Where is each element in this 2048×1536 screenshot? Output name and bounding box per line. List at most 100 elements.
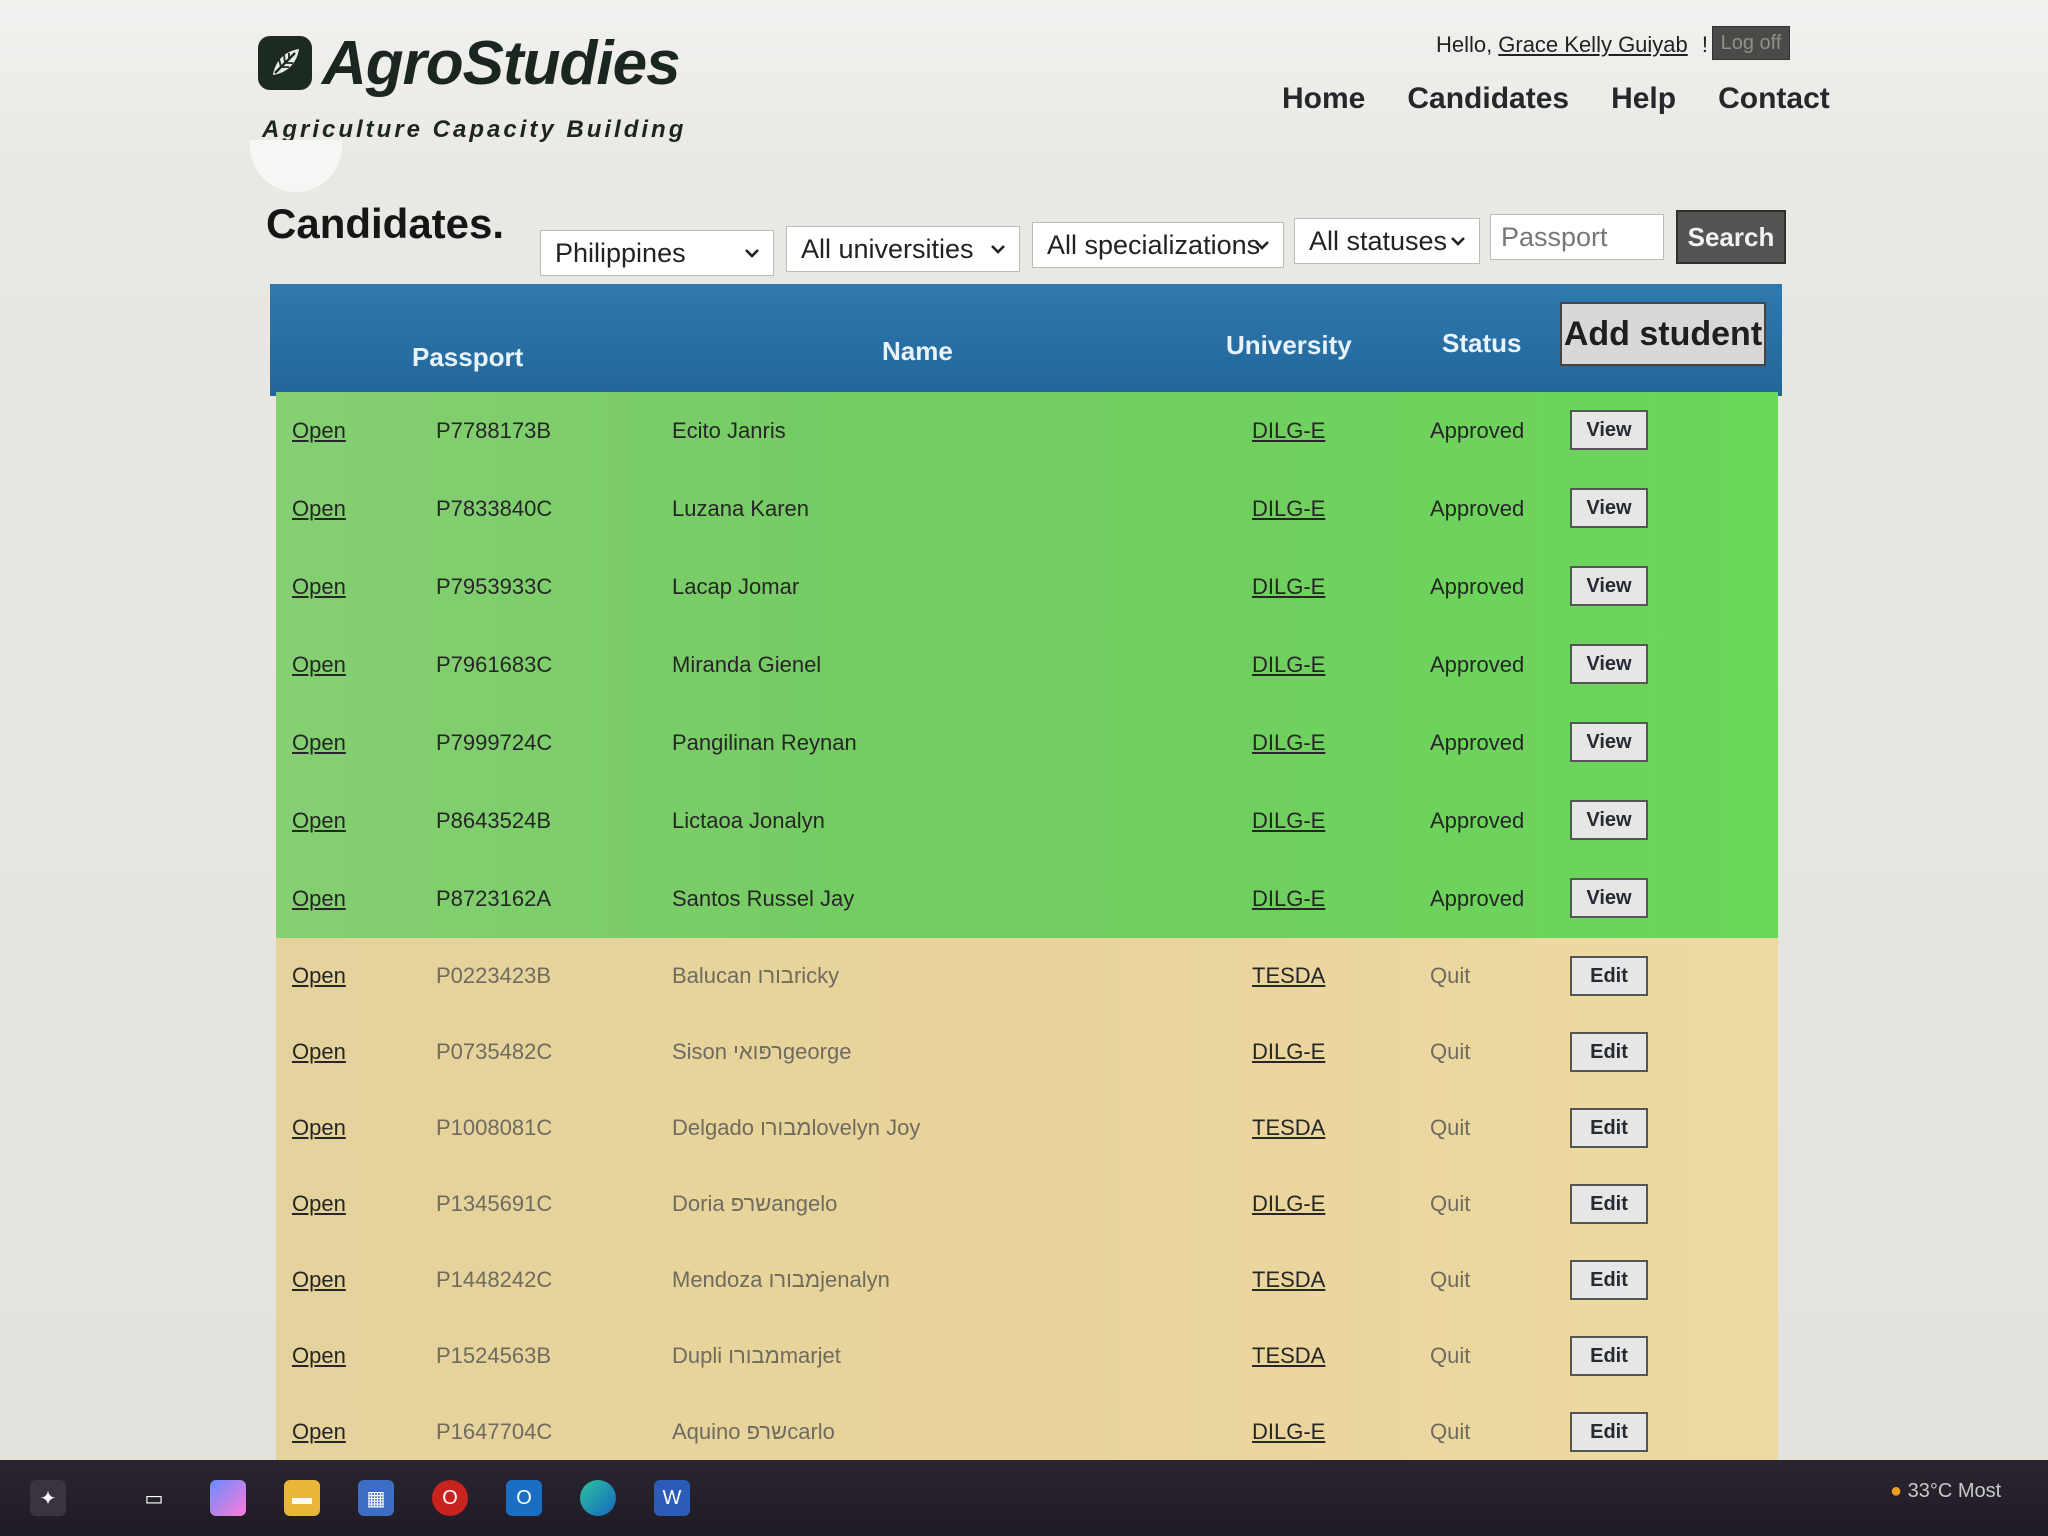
view-button[interactable]: View — [1570, 566, 1648, 606]
open-link[interactable]: Open — [292, 860, 346, 938]
university-select-value: All universities — [801, 233, 974, 264]
university-link[interactable]: DILG-E — [1252, 704, 1325, 782]
status-select-value: All statuses — [1309, 225, 1448, 256]
name-cell: Balucan בורוricky — [672, 963, 840, 988]
view-button[interactable]: View — [1570, 410, 1648, 450]
status-select[interactable]: All statuses — [1294, 218, 1480, 264]
view-button[interactable]: View — [1570, 644, 1648, 684]
view-button[interactable]: View — [1570, 488, 1648, 528]
passport-cell: P7953933C — [436, 574, 553, 599]
specialization-select[interactable]: All specializations — [1032, 222, 1284, 268]
view-button[interactable]: View — [1570, 722, 1648, 762]
university-link[interactable]: DILG-E — [1252, 860, 1325, 938]
edit-button[interactable]: Edit — [1570, 1032, 1648, 1072]
country-select-value: Philippines — [555, 237, 686, 268]
university-link[interactable]: DILG-E — [1252, 782, 1325, 860]
open-link[interactable]: Open — [292, 938, 346, 1014]
view-button[interactable]: View — [1570, 878, 1648, 918]
passport-cell: P1345691C — [436, 1191, 553, 1216]
outlook-icon[interactable]: O — [506, 1480, 542, 1516]
open-link[interactable]: Open — [292, 548, 346, 626]
word-icon[interactable]: W — [654, 1480, 690, 1516]
user-name-link[interactable]: Grace Kelly Guiyab — [1498, 32, 1688, 57]
weather-widget[interactable]: ● 33°C Most — [1890, 1480, 2001, 1503]
passport-cell: P7999724C — [436, 730, 553, 755]
file-explorer-icon[interactable]: ▬ — [284, 1480, 320, 1516]
logoff-button[interactable]: Log off — [1712, 26, 1790, 60]
university-link[interactable]: TESDA — [1252, 1318, 1325, 1394]
status-cell: Approved — [1430, 574, 1525, 599]
edit-button[interactable]: Edit — [1570, 1108, 1648, 1148]
table-row: Open P7953933C Lacap Jomar DILG-E Approv… — [276, 548, 1778, 626]
passport-cell: P1524563B — [436, 1343, 551, 1368]
passport-cell: P1448242C — [436, 1267, 553, 1292]
start-icon[interactable]: ✦ — [30, 1480, 66, 1516]
column-header-university: University — [1226, 330, 1352, 360]
open-link[interactable]: Open — [292, 1242, 346, 1318]
task-view-icon[interactable]: ▭ — [136, 1480, 172, 1516]
edge-icon[interactable] — [580, 1480, 616, 1516]
search-button[interactable]: Search — [1676, 210, 1786, 264]
open-link[interactable]: Open — [292, 782, 346, 860]
open-link[interactable]: Open — [292, 1166, 346, 1242]
status-cell: Approved — [1430, 652, 1525, 677]
university-link[interactable]: DILG-E — [1252, 470, 1325, 548]
name-cell: Ecito Janris — [672, 418, 786, 443]
opera-icon[interactable]: O — [432, 1480, 468, 1516]
main-nav: Home Candidates Help Contact — [1282, 82, 1830, 116]
university-link[interactable]: DILG-E — [1252, 1166, 1325, 1242]
specialization-select-value: All specializations — [1047, 229, 1261, 260]
table-row: Open P7833840C Luzana Karen DILG-E Appro… — [276, 470, 1778, 548]
table-row: Open P7999724C Pangilinan Reynan DILG-E … — [276, 704, 1778, 782]
open-link[interactable]: Open — [292, 392, 346, 470]
open-link[interactable]: Open — [292, 1394, 346, 1470]
edit-button[interactable]: Edit — [1570, 1412, 1648, 1452]
store-icon[interactable]: ▦ — [358, 1480, 394, 1516]
open-link[interactable]: Open — [292, 704, 346, 782]
table-row: Open P1524563B Dupli מבורוmarjet TESDA Q… — [276, 1318, 1778, 1394]
copilot-icon[interactable] — [210, 1480, 246, 1516]
university-link[interactable]: DILG-E — [1252, 1394, 1325, 1470]
nav-candidates[interactable]: Candidates — [1407, 82, 1569, 116]
university-link[interactable]: TESDA — [1252, 1090, 1325, 1166]
country-select[interactable]: Philippines — [540, 230, 774, 276]
edit-button[interactable]: Edit — [1570, 1260, 1648, 1300]
nav-contact[interactable]: Contact — [1718, 82, 1830, 116]
name-cell: Delgado מבורוlovelyn Joy — [672, 1115, 921, 1140]
open-link[interactable]: Open — [292, 1318, 346, 1394]
edit-button[interactable]: Edit — [1570, 1336, 1648, 1376]
name-cell: Doria שרפangelo — [672, 1191, 838, 1216]
passport-search-input[interactable] — [1490, 214, 1664, 260]
table-row: Open P1647704C Aquino שרפcarlo DILG-E Qu… — [276, 1394, 1778, 1470]
university-select[interactable]: All universities — [786, 226, 1020, 272]
view-button[interactable]: View — [1570, 800, 1648, 840]
open-link[interactable]: Open — [292, 1090, 346, 1166]
passport-cell: P8643524B — [436, 808, 551, 833]
status-cell: Quit — [1430, 1191, 1471, 1216]
edit-button[interactable]: Edit — [1570, 956, 1648, 996]
name-cell: Sison רפּואיgeorge — [672, 1039, 852, 1064]
passport-cell: P7961683C — [436, 652, 553, 677]
brand-name: AgroStudies — [322, 29, 681, 98]
column-header-status: Status — [1442, 328, 1522, 358]
name-cell: Pangilinan Reynan — [672, 730, 857, 755]
university-link[interactable]: DILG-E — [1252, 626, 1325, 704]
edit-button[interactable]: Edit — [1570, 1184, 1648, 1224]
open-link[interactable]: Open — [292, 626, 346, 704]
open-link[interactable]: Open — [292, 1014, 346, 1090]
name-cell: Santos Russel Jay — [672, 886, 855, 911]
university-link[interactable]: TESDA — [1252, 938, 1325, 1014]
university-link[interactable]: DILG-E — [1252, 1014, 1325, 1090]
table-row: Open P0223423B Balucan בורוricky TESDA Q… — [276, 938, 1778, 1014]
weather-text: 33°C Most — [1907, 1480, 2002, 1502]
status-cell: Quit — [1430, 1115, 1471, 1140]
open-link[interactable]: Open — [292, 470, 346, 548]
name-cell: Lictaoa Jonalyn — [672, 808, 825, 833]
nav-help[interactable]: Help — [1611, 82, 1676, 116]
university-link[interactable]: DILG-E — [1252, 392, 1325, 470]
name-cell: Aquino שרפcarlo — [672, 1419, 835, 1444]
university-link[interactable]: DILG-E — [1252, 548, 1325, 626]
university-link[interactable]: TESDA — [1252, 1242, 1325, 1318]
nav-home[interactable]: Home — [1282, 82, 1365, 116]
add-student-button[interactable]: Add student — [1560, 302, 1766, 366]
